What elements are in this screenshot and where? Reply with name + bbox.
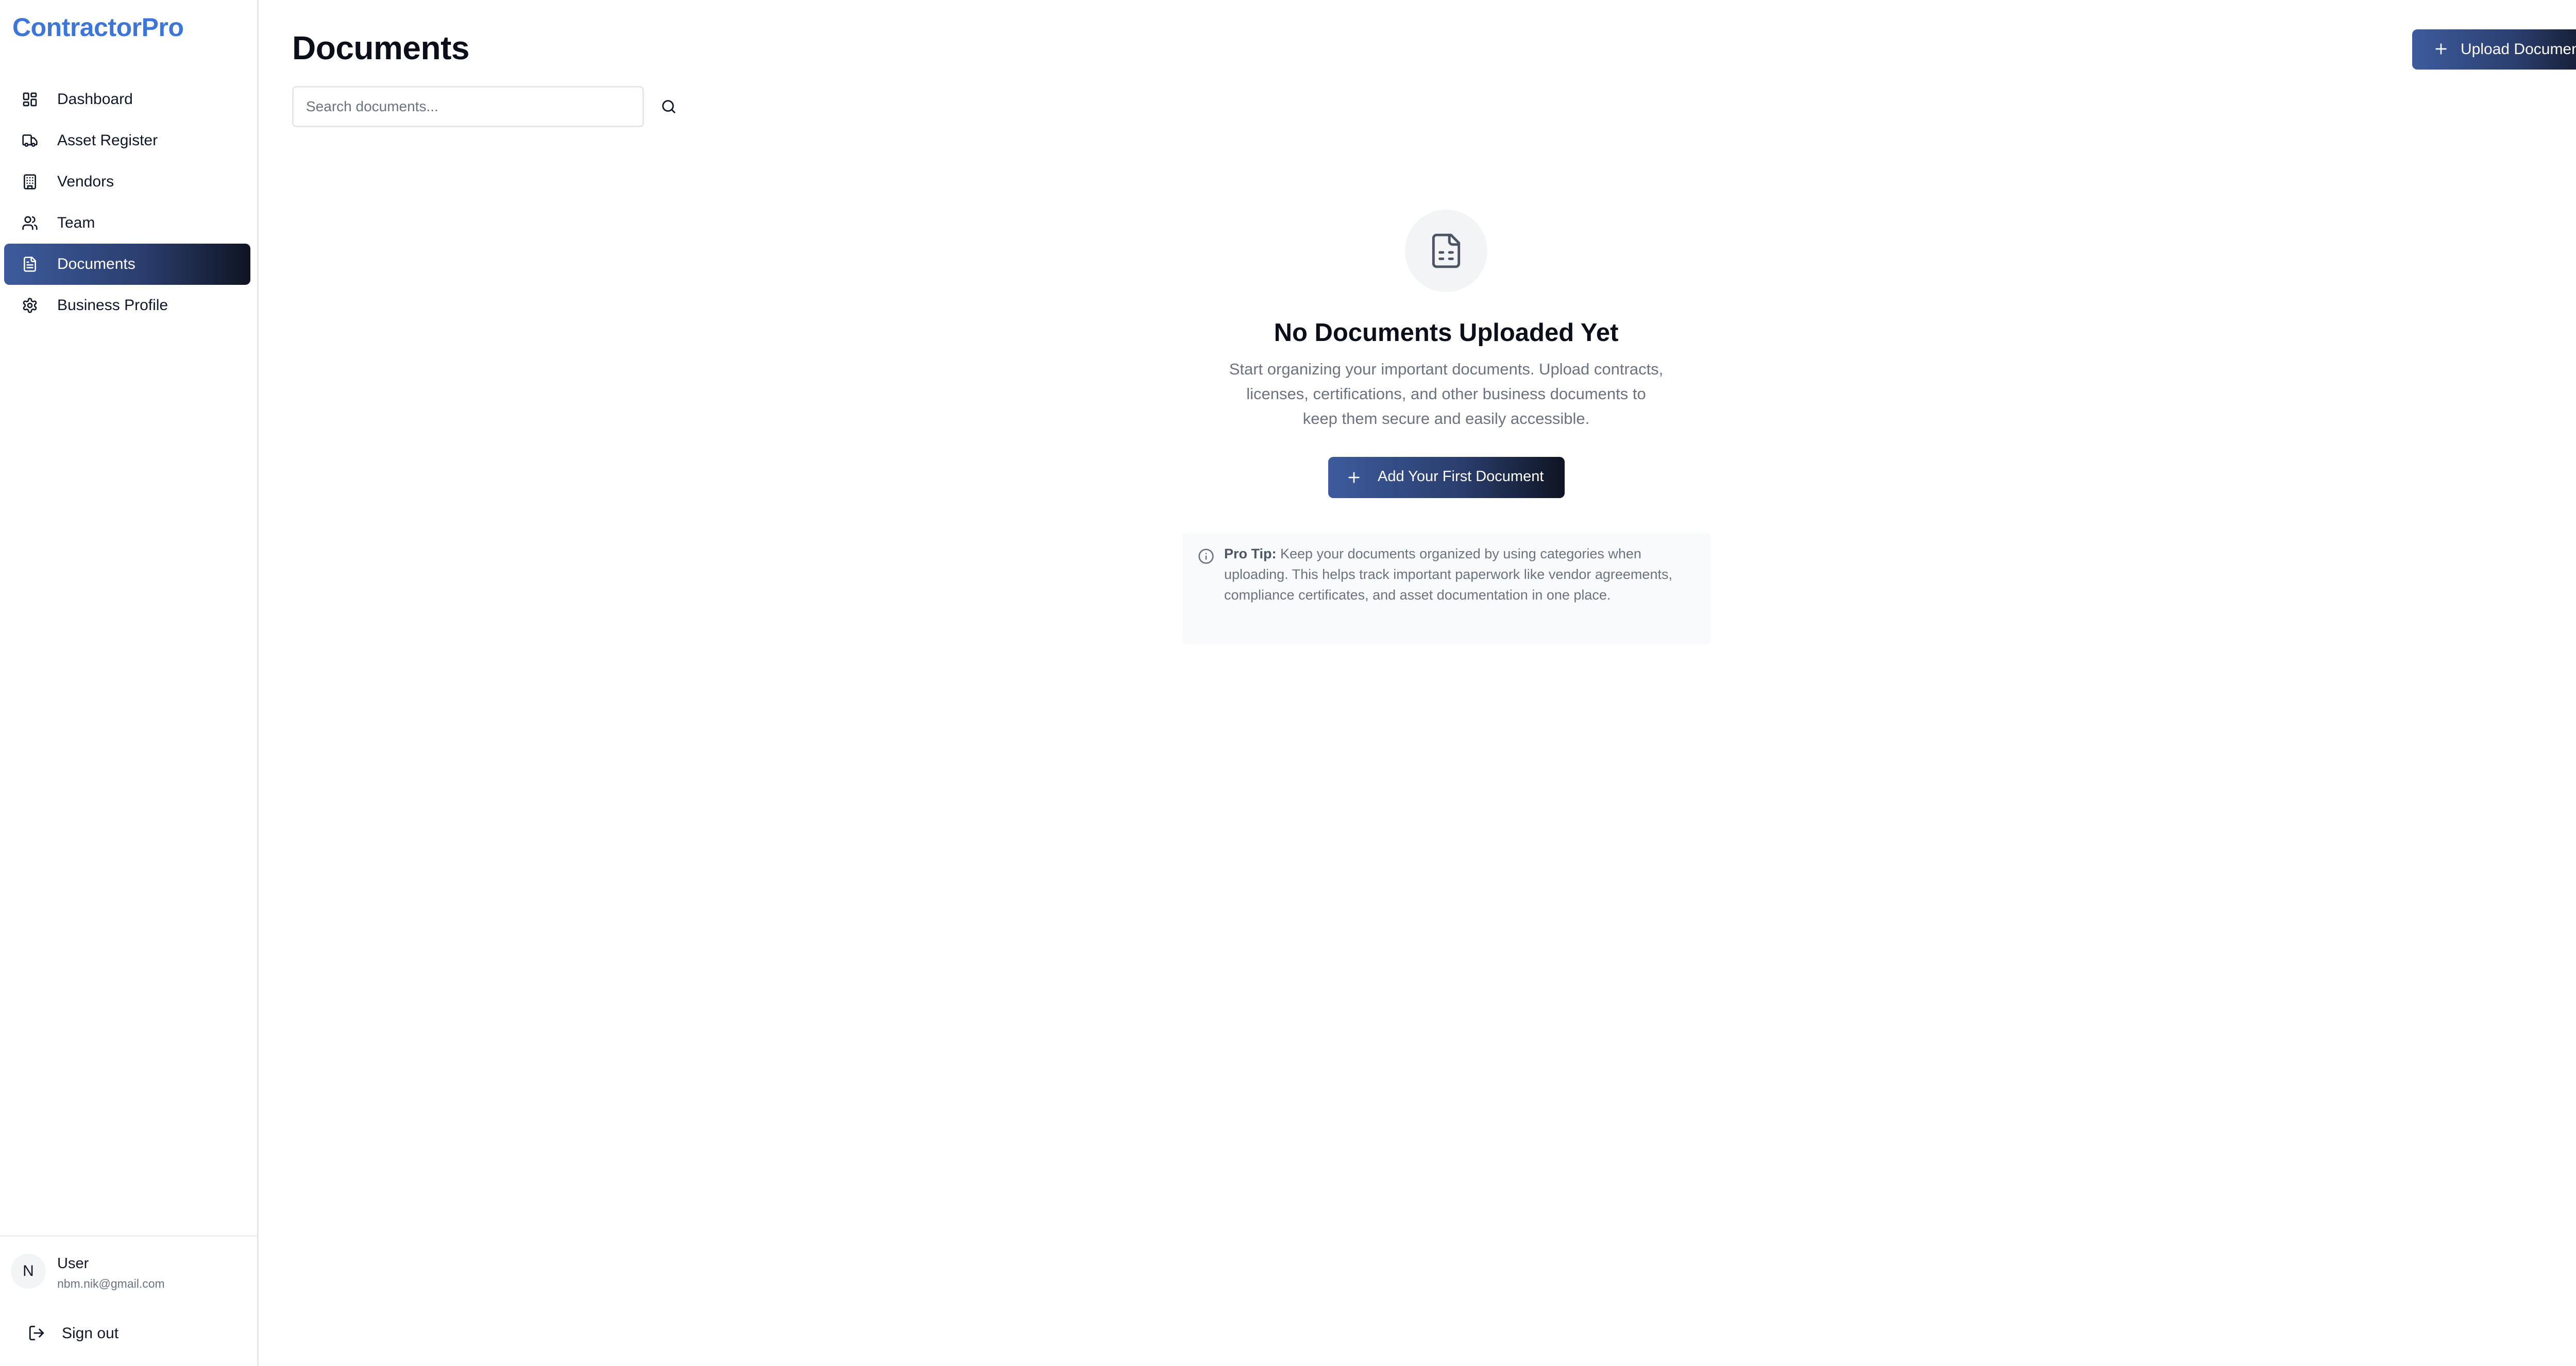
search-input[interactable] <box>292 86 644 127</box>
users-icon <box>21 214 39 232</box>
search-button[interactable] <box>658 96 679 117</box>
sidebar-item-label: Documents <box>57 255 135 272</box>
user-section: N User nbm.nik@gmail.com Sign out <box>0 1235 257 1366</box>
sidebar-item-label: Dashboard <box>57 91 133 108</box>
sidebar: ContractorPro Dashboard Asset Register V… <box>0 0 259 1366</box>
upload-document-label: Upload Document <box>2461 41 2576 58</box>
gear-icon <box>21 296 39 315</box>
sidebar-nav: Dashboard Asset Register Vendors Team Do… <box>4 79 250 326</box>
log-out-icon <box>28 1324 46 1343</box>
app-root: ContractorPro Dashboard Asset Register V… <box>0 0 2576 1366</box>
empty-state-description: Start organizing your important document… <box>1229 360 1664 428</box>
sign-out-button[interactable]: Sign out <box>12 1313 249 1354</box>
pro-tip-box: Pro Tip: Keep your documents organized b… <box>1182 533 1711 645</box>
sidebar-item-dashboard[interactable]: Dashboard <box>4 79 250 120</box>
info-icon <box>1198 548 1214 565</box>
sidebar-item-asset-register[interactable]: Asset Register <box>4 120 250 161</box>
file-text-icon <box>21 255 39 274</box>
sidebar-item-label: Business Profile <box>57 297 168 314</box>
pro-tip-text: Pro Tip: Keep your documents organized b… <box>1224 543 1698 605</box>
sidebar-item-business-profile[interactable]: Business Profile <box>4 285 250 326</box>
empty-state-icon-wrapper <box>1405 210 1487 292</box>
brand-logo[interactable]: ContractorPro <box>12 12 184 42</box>
sidebar-item-vendors[interactable]: Vendors <box>4 161 250 202</box>
plus-icon <box>1346 469 1362 486</box>
sidebar-item-label: Vendors <box>57 173 114 190</box>
sidebar-item-documents[interactable]: Documents <box>4 244 250 285</box>
sidebar-item-label: Asset Register <box>57 132 158 149</box>
pro-tip-body: Keep your documents organized by using c… <box>1224 546 1672 603</box>
page-title: Documents <box>292 29 470 66</box>
user-name: User <box>57 1255 89 1272</box>
truck-icon <box>21 131 39 150</box>
file-spreadsheet-icon <box>1432 233 1461 268</box>
dashboard-grid-icon <box>21 90 39 109</box>
building-icon <box>21 173 39 191</box>
sign-out-label: Sign out <box>62 1325 119 1342</box>
sidebar-item-label: Team <box>57 214 95 231</box>
search-icon <box>662 100 675 113</box>
pro-tip-prefix: Pro Tip: <box>1224 546 1277 561</box>
avatar: N <box>11 1254 46 1289</box>
plus-icon <box>2433 41 2449 57</box>
add-first-document-button[interactable]: Add Your First Document <box>1328 457 1565 498</box>
empty-state-title: No Documents Uploaded Yet <box>1274 319 1619 347</box>
sidebar-item-team[interactable]: Team <box>4 202 250 244</box>
user-email: nbm.nik@gmail.com <box>57 1277 165 1290</box>
upload-document-button[interactable]: Upload Document <box>2412 29 2576 70</box>
add-first-document-label: Add Your First Document <box>1378 468 1544 485</box>
